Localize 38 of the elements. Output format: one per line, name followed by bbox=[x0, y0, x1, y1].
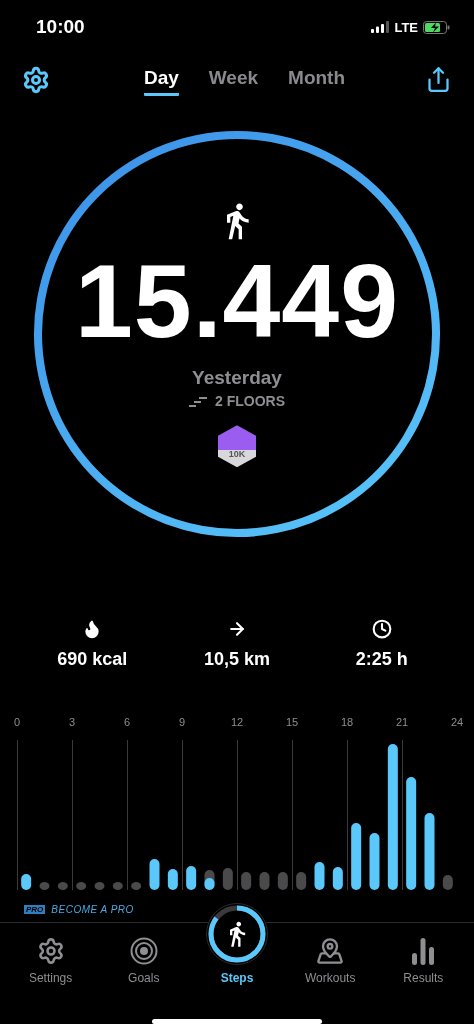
period-tab[interactable]: Day bbox=[143, 63, 179, 97]
become-pro-link[interactable]: BECOME A PRO bbox=[51, 903, 134, 915]
period-tab[interactable]: Month bbox=[288, 63, 346, 97]
pro-tag: PRO bbox=[24, 904, 46, 914]
day-label: Yesterday bbox=[192, 367, 282, 390]
status-time: 10:00 bbox=[36, 16, 85, 39]
badge-label: 10K bbox=[228, 449, 246, 460]
hour-label: 24 bbox=[450, 716, 464, 729]
share-button[interactable] bbox=[425, 66, 452, 94]
hour-label: 3 bbox=[68, 716, 76, 729]
map-pin-icon bbox=[316, 937, 345, 966]
nav-tab[interactable]: Results bbox=[378, 923, 469, 996]
hour-label: 15 bbox=[285, 716, 299, 729]
hour-label: 12 bbox=[230, 716, 244, 729]
hour-label: 18 bbox=[340, 716, 354, 729]
hour-label: 9 bbox=[178, 716, 186, 729]
nav-tab[interactable]: Workouts bbox=[285, 923, 376, 996]
target-icon bbox=[129, 937, 158, 966]
battery-charging-icon bbox=[423, 20, 450, 34]
hour-label: 0 bbox=[13, 716, 21, 729]
hour-label: 6 bbox=[123, 716, 131, 729]
settings-icon bbox=[36, 937, 65, 966]
step-count: 15.449 bbox=[74, 249, 400, 354]
settings-button[interactable] bbox=[22, 65, 50, 94]
network-label: LTE bbox=[394, 19, 418, 35]
stat-value: 690 kcal bbox=[57, 649, 128, 671]
signal-icon bbox=[371, 21, 390, 34]
nav-tab[interactable]: Goals bbox=[98, 923, 189, 996]
stat-value: 10,5 km bbox=[203, 649, 270, 671]
period-tab[interactable]: Week bbox=[208, 63, 259, 97]
floors-label: 2 FLOORS bbox=[215, 393, 285, 410]
clock-icon bbox=[371, 619, 392, 640]
nav-tab[interactable]: Steps bbox=[191, 901, 282, 996]
stairs-icon bbox=[189, 395, 209, 408]
nav-tab[interactable]: Settings bbox=[5, 923, 96, 996]
hour-label: 21 bbox=[395, 716, 409, 729]
stat-value: 2:25 h bbox=[355, 649, 408, 671]
bar-chart-icon bbox=[411, 937, 436, 966]
